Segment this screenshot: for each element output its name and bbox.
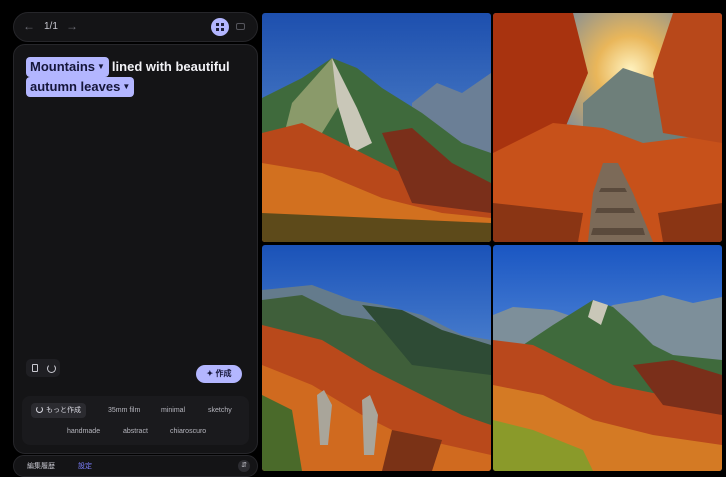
suggestion-chip[interactable]: sketchy xyxy=(203,403,237,418)
refresh-icon xyxy=(36,406,43,413)
bottom-bar: 編集履歴 設定 ⇵ xyxy=(13,455,258,477)
page-counter: 1/1 xyxy=(44,21,58,32)
caret-down-icon: ▼ xyxy=(122,82,131,91)
more-create-button[interactable]: もっと作成 xyxy=(31,403,86,418)
single-view-icon xyxy=(236,23,245,30)
suggestion-chip[interactable]: abstract xyxy=(118,424,153,439)
prompt-plain-text: lined with beautiful xyxy=(111,59,230,74)
caret-down-icon: ▼ xyxy=(97,62,105,71)
suggestion-chip[interactable]: chiaroscuro xyxy=(165,424,211,439)
arrow-right-icon[interactable]: → xyxy=(66,19,78,33)
suggestion-chip[interactable]: minimal xyxy=(156,403,190,418)
prompt-text[interactable]: Mountains ▼ lined with beautiful autumn le… xyxy=(26,57,251,97)
reset-icon[interactable] xyxy=(45,362,58,375)
chevron-up-down-icon[interactable]: ⇵ xyxy=(238,460,250,472)
edit-history-link[interactable]: 編集履歴 xyxy=(27,461,55,471)
prompt-chip-autumn-leaves[interactable]: autumn leaves ▼ xyxy=(26,77,135,97)
grid-view-icon xyxy=(216,23,224,31)
suggestion-chip[interactable]: handmade xyxy=(62,424,105,439)
left-panel: ← 1/1 → Mountains ▼ lined with beautiful a… xyxy=(8,8,258,477)
prompt-chip-label: autumn leaves xyxy=(30,79,121,94)
single-view-button[interactable] xyxy=(232,18,250,36)
suggestion-chip[interactable]: 35mm film xyxy=(103,403,145,418)
copy-icon[interactable] xyxy=(29,362,42,375)
arrow-left-icon[interactable]: ← xyxy=(23,19,35,33)
style-suggestions: もっと作成 35mm film minimal sketchy handmade… xyxy=(22,396,249,445)
generated-image-1[interactable] xyxy=(262,13,491,242)
generated-image-3[interactable] xyxy=(262,245,491,471)
grid-view-button[interactable] xyxy=(211,18,229,36)
create-button[interactable]: ✦ 作成 xyxy=(196,365,242,383)
top-navigation-bar: ← 1/1 → xyxy=(13,12,258,42)
prompt-chip-mountains[interactable]: Mountains ▼ xyxy=(26,57,109,77)
more-create-label: もっと作成 xyxy=(46,407,81,414)
prompt-tools xyxy=(26,359,60,377)
generated-image-4[interactable] xyxy=(493,245,722,471)
prompt-panel: Mountains ▼ lined with beautiful autumn le… xyxy=(13,44,258,454)
prompt-chip-label: Mountains xyxy=(30,59,95,74)
settings-link[interactable]: 設定 xyxy=(78,461,92,471)
generated-image-2[interactable] xyxy=(493,13,722,242)
